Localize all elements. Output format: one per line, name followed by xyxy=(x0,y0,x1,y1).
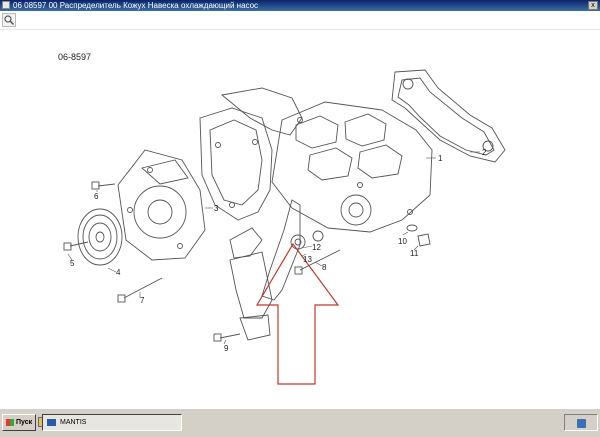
pulley-part xyxy=(77,208,123,266)
water-pump-part xyxy=(117,149,206,261)
housing-part xyxy=(199,87,303,221)
magnifier-icon xyxy=(4,15,15,26)
leader-lines xyxy=(67,151,480,345)
callout-5: 5 xyxy=(70,259,75,268)
toolbar xyxy=(0,11,600,30)
callout-12: 12 xyxy=(312,243,321,252)
zoom-button[interactable] xyxy=(2,13,16,27)
mantis-app-icon xyxy=(47,419,56,426)
callout-8: 8 xyxy=(322,263,327,272)
callout-13: 13 xyxy=(303,255,312,264)
close-button[interactable]: x xyxy=(588,1,598,10)
callout-3: 3 xyxy=(214,204,219,213)
callout-1: 1 xyxy=(438,154,443,163)
task-label: MANTIS xyxy=(60,419,87,426)
distributor-part xyxy=(229,101,433,341)
callout-9: 9 xyxy=(224,344,229,353)
drawing-number: 06-8597 xyxy=(58,52,91,62)
start-label: Пуск xyxy=(16,419,33,426)
taskbar: Пуск MANTIS xyxy=(0,407,600,437)
callout-11: 11 xyxy=(410,249,419,258)
app-icon xyxy=(2,1,10,9)
gasket-part xyxy=(391,69,506,163)
callout-4: 4 xyxy=(116,268,121,277)
windows-logo-icon xyxy=(6,419,14,426)
title-bar: 06 08597 00 Распределитель Кожух Навеска… xyxy=(0,0,600,11)
parts-diagram: 06-8597 1 2 3 4 5 6 7 8 9 10 11 12 13 xyxy=(58,52,506,385)
tray-app-icon[interactable] xyxy=(577,419,586,428)
system-tray xyxy=(564,414,598,431)
window-title: 06 08597 00 Распределитель Кожух Навеска… xyxy=(13,1,259,10)
callout-2: 2 xyxy=(482,148,487,157)
callout-10: 10 xyxy=(398,237,407,246)
callout-6: 6 xyxy=(94,192,99,201)
task-button-mantis[interactable]: MANTIS xyxy=(42,414,182,431)
callout-7: 7 xyxy=(140,296,145,305)
start-button[interactable]: Пуск xyxy=(2,414,36,431)
